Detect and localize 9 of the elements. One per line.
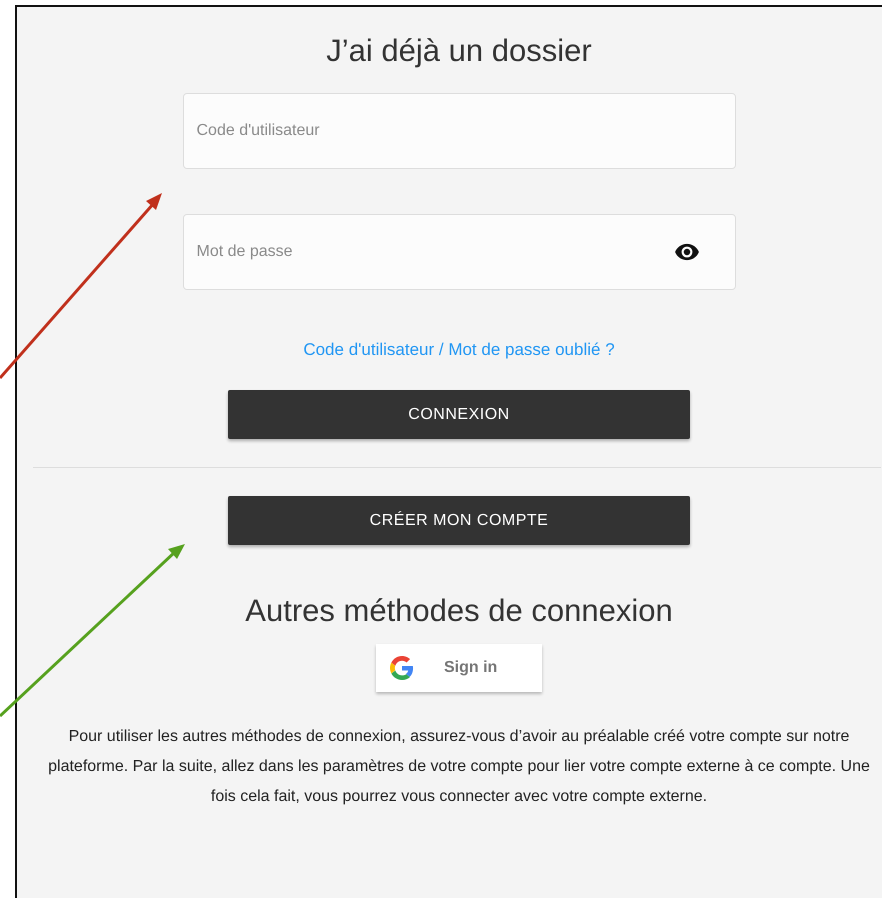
info-paragraph: Pour utiliser les autres méthodes de connexion, assurez-vous d’avoir au préalable créé votre compte sur notre plateforme. Par la suite, allez dans les paramètres de votre compte pour lier votre compte externe à ce compte. Une fois cela fait, vous pourrez vous connecter avec votre compte externe.	[47, 727, 871, 807]
section-title: Autres méthodes de connexion	[245, 592, 673, 630]
page-title: J’ai déjà un dossier	[326, 32, 592, 70]
login-button[interactable]: CONNEXION	[228, 390, 690, 439]
google-icon	[390, 656, 414, 680]
password-field[interactable]: Mot de passe	[182, 214, 736, 290]
create-account-button[interactable]: CRÉER MON COMPTE	[228, 496, 690, 545]
username-field[interactable]: Code d'utilisateur	[182, 93, 736, 169]
google-sign-in-button[interactable]: Sign in	[376, 644, 542, 692]
